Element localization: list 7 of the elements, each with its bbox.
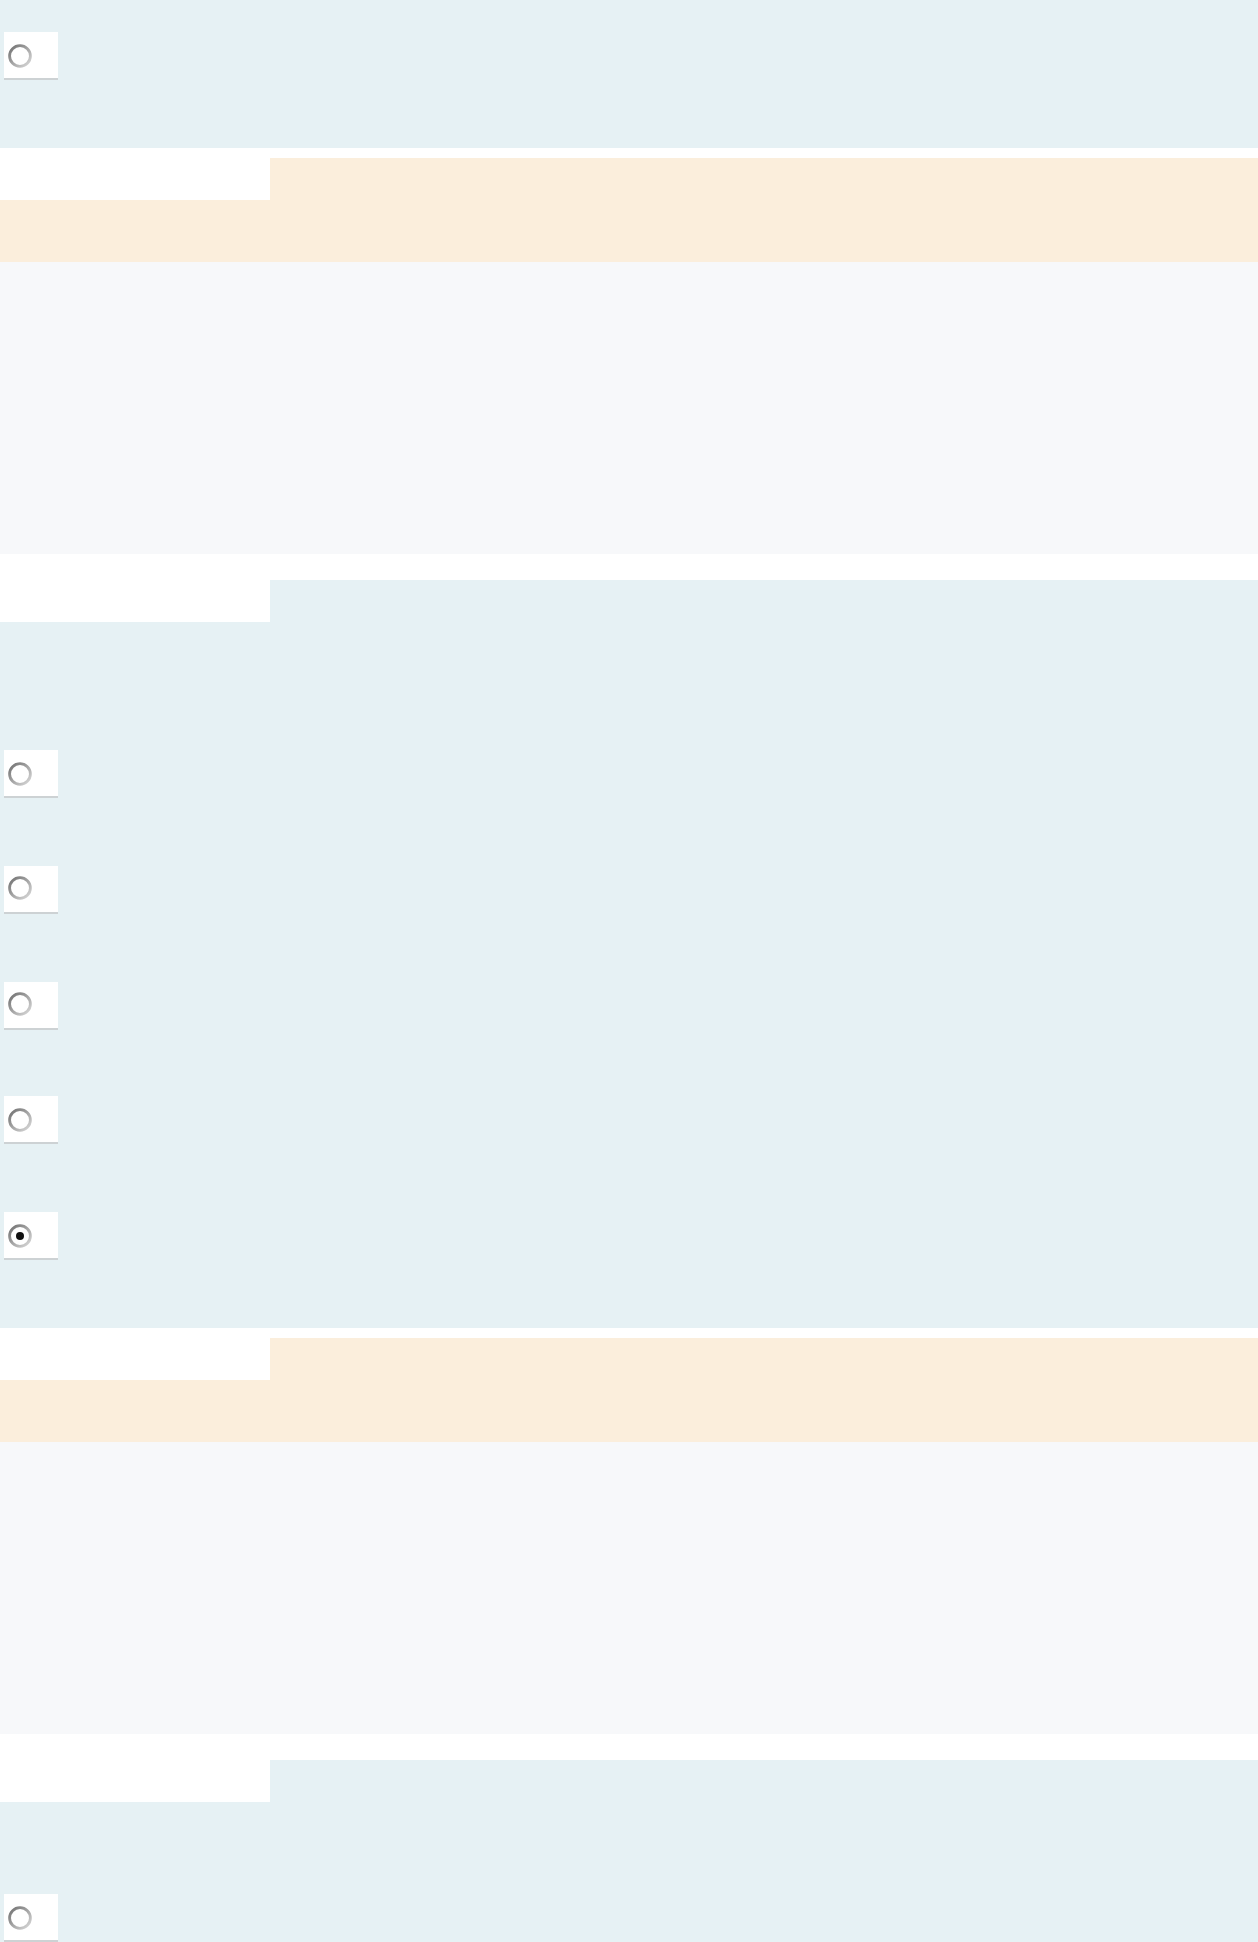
radio-button[interactable] <box>8 1905 32 1929</box>
radio-button[interactable] <box>8 1107 32 1132</box>
radio-button[interactable] <box>8 761 32 785</box>
radio-button[interactable] <box>8 43 32 67</box>
radio-button[interactable] <box>8 1223 32 1247</box>
radio-button[interactable] <box>8 992 32 1016</box>
radio-button[interactable] <box>8 876 32 901</box>
